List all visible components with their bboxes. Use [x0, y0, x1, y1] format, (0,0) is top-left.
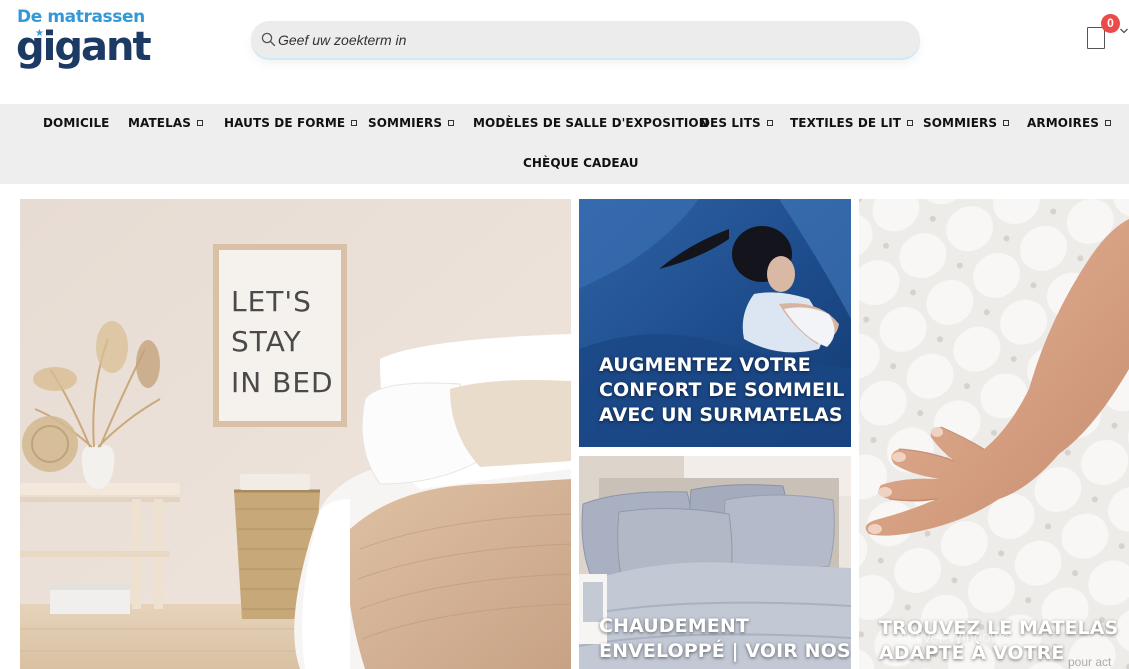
hero-topper-banner[interactable]: AUGMENTEZ VOTRE CONFORT DE SOMMEIL AVEC … [579, 199, 851, 447]
poster-line-3: IN BED [231, 366, 334, 399]
nav-item-domicile[interactable]: DOMICILE [43, 116, 109, 130]
nav-item-label: DES LITS [700, 116, 761, 130]
nav-item-gift-voucher[interactable]: CHÈQUE CADEAU [523, 156, 639, 170]
hero-mattress-banner[interactable]: TROUVEZ LE MATELAS ADAPTÉ À VOTRE [859, 199, 1129, 669]
activate-windows-subtext: pour act [1068, 655, 1112, 669]
search-icon[interactable] [261, 32, 276, 47]
brand-logo[interactable]: De matrassen ★ gigant [16, 7, 152, 71]
linen-banner-caption: CHAUDEMENT ENVELOPPÉ | VOIR NOS [599, 615, 851, 662]
nav-item-sommiers-2[interactable]: SOMMIERS [923, 116, 1010, 130]
cart-icon [1087, 27, 1105, 49]
dropdown-icon [1105, 120, 1112, 126]
mattress-hand-image [859, 199, 1129, 669]
poster-line-2: STAY [231, 325, 302, 358]
nav-item-matelas[interactable]: MATELAS [128, 116, 203, 130]
nav-item-label: TEXTILES DE LIT [790, 116, 902, 130]
dropdown-icon [351, 120, 358, 126]
nav-item-sommiers[interactable]: SOMMIERS [368, 116, 455, 130]
nav-item-label: MODÈLES DE SALLE D'EXPOSITION [473, 116, 709, 130]
nav-item-showroom-models[interactable]: MODÈLES DE SALLE D'EXPOSITION [473, 116, 709, 130]
logo-text-main: gigant [16, 24, 152, 70]
dropdown-icon [907, 120, 914, 126]
bedroom-image: LET'S STAY IN BED [20, 199, 571, 669]
search-input[interactable] [278, 21, 898, 58]
nav-item-label: SOMMIERS [923, 116, 998, 130]
main-navigation: DOMICILE MATELAS HAUTS DE FORME SOMMIERS… [0, 104, 1129, 184]
nav-item-label: HAUTS DE FORME [224, 116, 346, 130]
hero-bedroom-banner[interactable]: LET'S STAY IN BED [20, 199, 571, 669]
activate-windows-watermark: Activer Windows [898, 629, 1009, 646]
nav-item-armoires[interactable]: ARMOIRES [1027, 116, 1112, 130]
nav-item-label: MATELAS [128, 116, 191, 130]
nav-row: CHÈQUE CADEAU [0, 144, 1129, 184]
dropdown-icon [1003, 120, 1010, 126]
topper-banner-caption: AUGMENTEZ VOTRE CONFORT DE SOMMEIL AVEC … [599, 354, 845, 426]
nav-item-des-lits[interactable]: DES LITS [700, 116, 773, 130]
nav-item-label: CHÈQUE CADEAU [523, 156, 639, 170]
hero-linen-banner[interactable]: CHAUDEMENT ENVELOPPÉ | VOIR NOS [579, 456, 851, 669]
chevron-down-icon[interactable] [1119, 26, 1129, 36]
cart-count-badge: 0 [1101, 14, 1120, 33]
nav-item-label: SOMMIERS [368, 116, 443, 130]
nav-item-label: ARMOIRES [1027, 116, 1100, 130]
dropdown-icon [448, 120, 455, 126]
dropdown-icon [196, 120, 203, 126]
nav-item-textiles-de-lit[interactable]: TEXTILES DE LIT [790, 116, 914, 130]
poster-line-1: LET'S [231, 285, 312, 318]
search-bar [251, 21, 920, 58]
cart-button[interactable]: 0 [1086, 14, 1129, 54]
nav-item-label: DOMICILE [43, 116, 110, 130]
nav-row: DOMICILE MATELAS HAUTS DE FORME SOMMIERS… [0, 104, 1129, 144]
nav-item-hauts-de-forme[interactable]: HAUTS DE FORME [224, 116, 358, 130]
dropdown-icon [766, 120, 773, 126]
